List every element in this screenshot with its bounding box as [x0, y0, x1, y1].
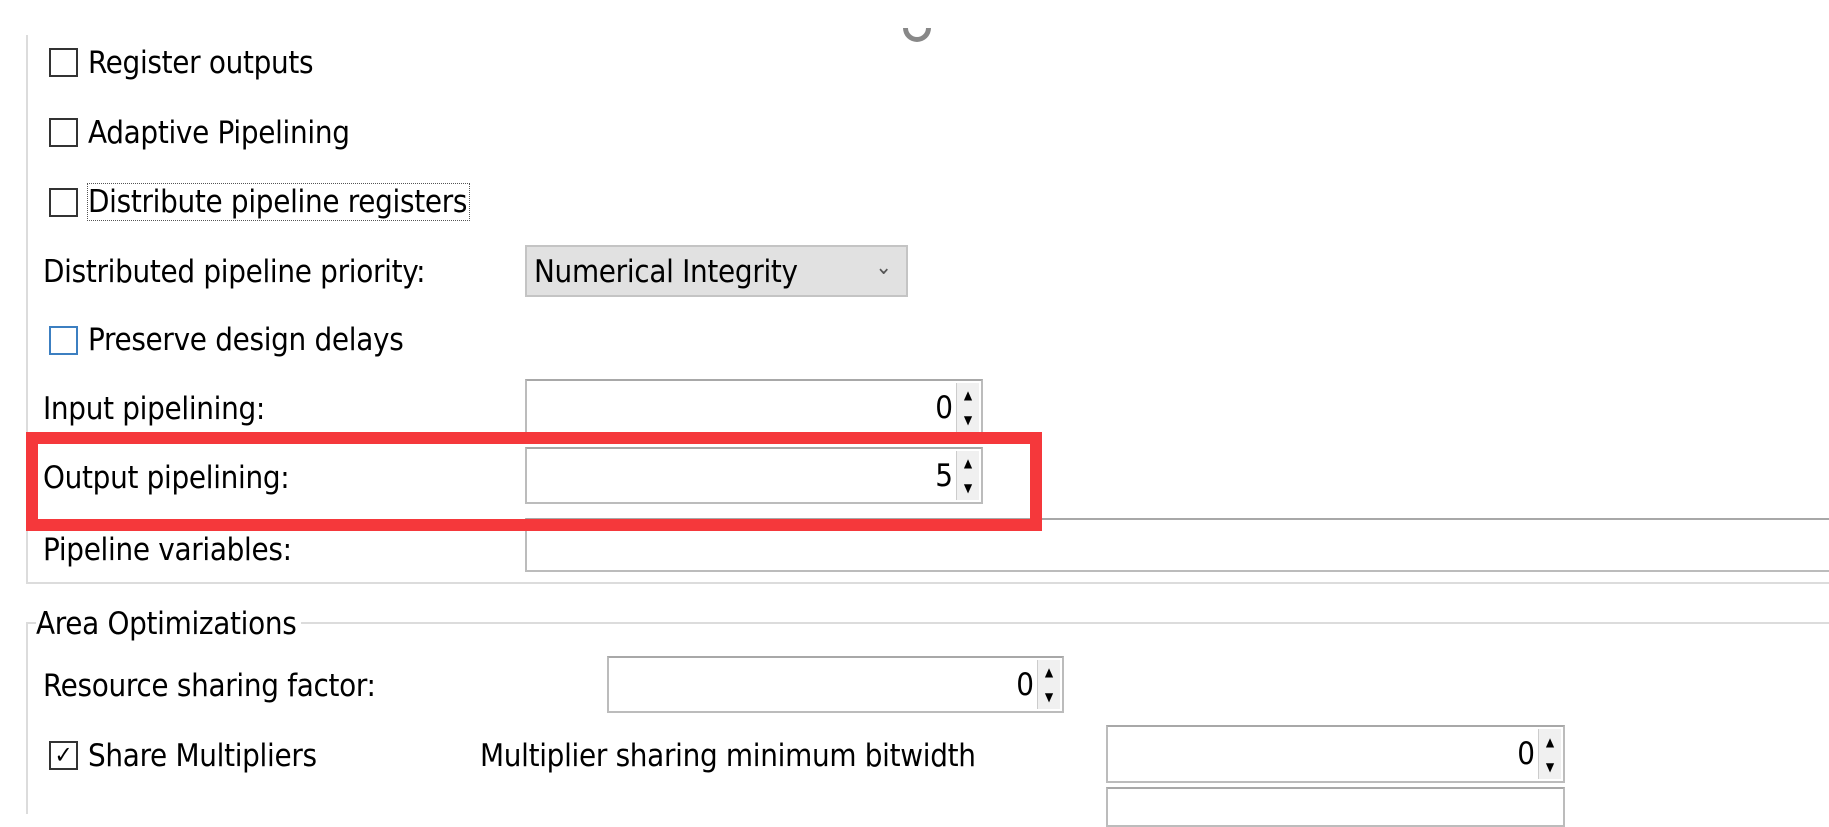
area-group-left: [26, 622, 28, 814]
spin-buttons[interactable]: ▲ ▼: [1538, 729, 1561, 779]
register-outputs-checkbox[interactable]: [49, 48, 78, 77]
input-pipelining-label: Input pipelining:: [43, 391, 266, 427]
distribute-registers-label: Distribute pipeline registers: [86, 183, 471, 221]
refresh-icon: [903, 28, 931, 42]
share-multipliers-checkbox[interactable]: ✓: [49, 741, 78, 770]
resource-sharing-spinner[interactable]: 0 ▲ ▼: [607, 656, 1064, 713]
highlight-box: [26, 432, 1042, 531]
register-outputs-label: Register outputs: [88, 45, 314, 81]
next-spinner-partial[interactable]: [1106, 787, 1565, 827]
pipelining-group-bottom: [26, 582, 1829, 584]
spin-up-icon[interactable]: ▲: [1546, 735, 1554, 749]
distributed-priority-value: Numerical Integrity: [534, 254, 798, 290]
mult-min-bitwidth-value: 0: [1517, 736, 1535, 772]
pipeline-variables-label: Pipeline variables:: [43, 532, 292, 568]
mult-min-bitwidth-spinner[interactable]: 0 ▲ ▼: [1106, 725, 1565, 783]
spin-down-icon[interactable]: ▼: [1546, 760, 1554, 774]
input-pipelining-spinner[interactable]: 0 ▲ ▼: [525, 379, 983, 436]
distributed-priority-select[interactable]: Numerical Integrity ⌄: [525, 245, 908, 297]
distributed-priority-label: Distributed pipeline priority:: [43, 254, 426, 290]
chevron-down-icon: ⌄: [875, 255, 892, 280]
checkmark-icon: ✓: [54, 741, 73, 769]
input-pipelining-value: 0: [935, 389, 953, 426]
adaptive-pipelining-label: Adaptive Pipelining: [88, 115, 350, 151]
distribute-registers-checkbox[interactable]: [49, 188, 78, 217]
area-group-title: Area Optimizations: [36, 606, 301, 642]
preserve-delays-label: Preserve design delays: [88, 322, 404, 358]
spin-up-icon[interactable]: ▲: [964, 388, 972, 402]
spin-down-icon[interactable]: ▼: [964, 413, 972, 427]
preserve-delays-checkbox[interactable]: [49, 326, 78, 355]
spin-up-icon[interactable]: ▲: [1045, 665, 1053, 679]
spin-buttons[interactable]: ▲ ▼: [1037, 660, 1060, 709]
resource-sharing-value: 0: [1016, 666, 1034, 703]
adaptive-pipelining-checkbox[interactable]: [49, 118, 78, 147]
spin-down-icon[interactable]: ▼: [1045, 690, 1053, 704]
mult-min-bitwidth-label: Multiplier sharing minimum bitwidth: [480, 738, 976, 774]
resource-sharing-label: Resource sharing factor:: [43, 668, 376, 704]
share-multipliers-label: Share Multipliers: [88, 738, 317, 774]
spin-buttons[interactable]: ▲ ▼: [956, 383, 979, 432]
